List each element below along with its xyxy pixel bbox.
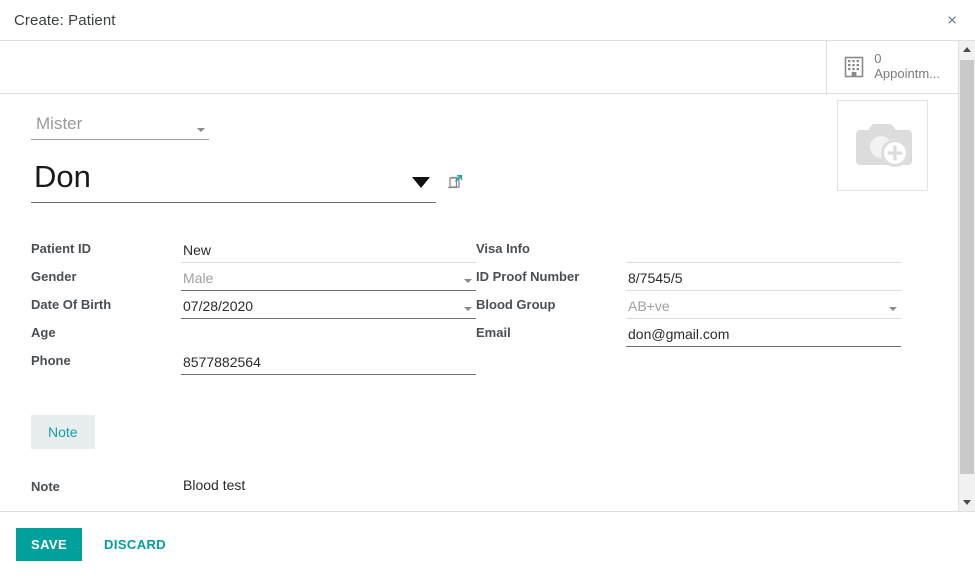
dialog-body: 0 Appointm... Mister Don Patient ID New … [0,41,975,512]
appointments-stat-button[interactable]: 0 Appointm... [826,41,958,93]
title-field-wrapper [31,114,209,140]
gender-select[interactable] [181,269,476,291]
scrollbar-thumb[interactable] [960,60,974,474]
date-of-birth-input[interactable] [181,297,476,319]
label-age: Age [31,325,56,341]
field-row-age: Age [31,319,476,347]
label-date-of-birth: Date Of Birth [31,297,112,313]
form-scroll-area: 0 Appointm... Mister Don Patient ID New … [0,41,958,511]
appointments-stat-text: 0 Appointm... [874,51,940,82]
close-icon[interactable]: × [941,8,963,33]
field-row-gender: Gender [31,263,476,291]
notebook-tabs: Note [31,414,930,449]
field-row-id-proof-number: ID Proof Number [476,263,901,291]
form-sheet: Patient ID Gender [0,94,958,511]
vertical-scrollbar[interactable] [958,41,975,511]
field-row-email: Email [476,319,901,347]
dialog-header: Create: Patient × [0,0,975,41]
value-id-proof-number [626,269,901,291]
field-row-note: Note [31,476,930,511]
label-visa-info: Visa Info [476,241,530,257]
external-link-icon[interactable] [445,174,463,189]
value-phone [181,353,476,375]
field-row-visa-info: Visa Info [476,235,901,263]
field-row-phone: Phone [31,347,476,375]
field-groups: Patient ID Gender [31,235,930,375]
value-visa-info [626,241,901,263]
field-row-blood-group: Blood Group [476,291,901,319]
notebook: Note Note [31,414,930,511]
value-patient-id [181,241,476,263]
patient-id-input[interactable] [181,241,476,263]
patient-title-block [31,114,930,203]
name-field-wrapper [31,160,463,203]
appointments-count: 0 [874,51,882,67]
blood-group-select[interactable] [626,297,901,319]
visa-info-input[interactable] [626,241,901,263]
label-email: Email [476,325,511,341]
value-age [181,325,476,347]
label-note: Note [31,478,60,494]
dialog-title: Create: Patient [14,11,116,29]
value-email [626,325,901,347]
discard-button[interactable]: DISCARD [96,528,174,561]
notebook-page-note: Note [31,476,930,511]
scrollbar-track[interactable] [959,58,975,494]
value-blood-group [626,297,901,319]
label-patient-id: Patient ID [31,241,91,257]
building-icon [843,55,865,79]
note-textarea[interactable] [181,476,881,511]
save-button[interactable]: SAVE [16,528,83,561]
label-phone: Phone [31,353,71,369]
chevron-down-icon[interactable] [412,176,430,188]
phone-input[interactable] [181,353,476,375]
stat-button-bar: 0 Appointm... [0,41,958,94]
id-proof-number-input[interactable] [626,269,901,291]
tab-note[interactable]: Note [31,414,95,449]
value-gender [181,269,476,291]
dialog-footer: SAVE DISCARD [0,512,975,577]
title-select[interactable] [31,114,209,140]
label-gender: Gender [31,269,77,285]
create-patient-dialog: Create: Patient × 0 Appointm... Mister D… [0,0,975,577]
patient-name-input[interactable] [31,160,436,203]
chevron-up-icon[interactable] [959,41,975,58]
appointments-label: Appointm... [874,66,940,81]
field-row-date-of-birth: Date Of Birth [31,291,476,319]
title-row [31,114,930,140]
left-field-group: Patient ID Gender [31,235,476,375]
field-row-patient-id: Patient ID [31,235,476,263]
value-date-of-birth [181,297,476,319]
email-input[interactable] [626,325,901,347]
label-id-proof-number: ID Proof Number [476,269,580,285]
right-field-group: Visa Info ID Proof Number 8/7545/5 Blood… [476,235,901,375]
label-blood-group: Blood Group [476,297,556,313]
age-input[interactable] [181,325,476,347]
chevron-down-icon[interactable] [959,494,975,511]
